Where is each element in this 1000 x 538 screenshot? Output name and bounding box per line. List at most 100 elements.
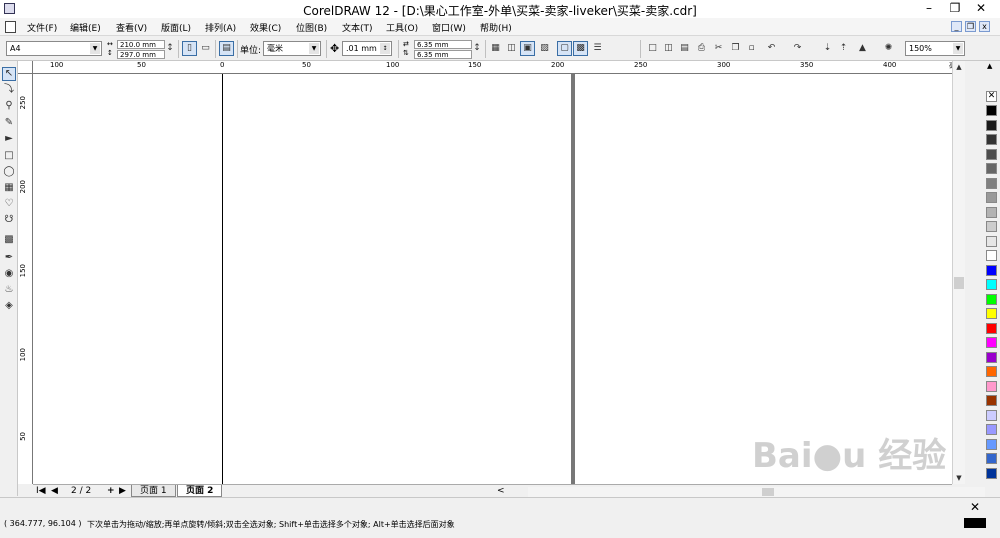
rectangle-tool-icon[interactable]: □	[2, 149, 16, 163]
save-icon[interactable]: ▤	[677, 41, 692, 56]
vertical-scroll-thumb[interactable]	[954, 277, 964, 289]
tab-page-2[interactable]: 页面 2	[177, 485, 223, 497]
vertical-ruler[interactable]: 250 200 150 100 50	[18, 74, 33, 484]
color-swatch[interactable]	[986, 250, 997, 261]
outline-tool-icon[interactable]: ◉	[2, 267, 16, 281]
landscape-button[interactable]: ▭	[198, 41, 213, 56]
color-swatch[interactable]	[986, 206, 997, 218]
ellipse-tool-icon[interactable]: ◯	[2, 165, 16, 179]
color-swatch[interactable]	[986, 221, 997, 232]
app-launcher-icon[interactable]: ▲	[855, 41, 870, 56]
menu-layout[interactable]: 版面(L)	[161, 21, 191, 34]
doc-close-button[interactable]: x	[979, 21, 990, 32]
fill-tool-icon[interactable]: ♨	[2, 283, 16, 297]
color-swatch[interactable]	[986, 264, 997, 276]
first-page-button[interactable]: I◀	[36, 486, 46, 496]
restore-button[interactable]: ❐	[942, 0, 968, 16]
color-swatch[interactable]	[986, 177, 997, 189]
add-page-button[interactable]: +	[107, 486, 115, 496]
vertical-scrollbar[interactable]: ▲ ▼	[952, 61, 965, 484]
horizontal-ruler[interactable]: 100 50 0 50 100 150 200 250 300 350 400 …	[33, 61, 965, 74]
color-swatch[interactable]	[986, 293, 997, 305]
basic-shapes-tool-icon[interactable]: ♡	[2, 197, 16, 211]
color-swatch[interactable]	[986, 148, 997, 160]
color-swatch[interactable]	[986, 322, 997, 334]
snap-objects-icon[interactable]: ▣	[520, 41, 535, 56]
new-document-icon[interactable]: □	[645, 41, 660, 56]
interactive-fill-tool-icon[interactable]: ◈	[2, 299, 16, 313]
color-swatch[interactable]	[986, 380, 997, 392]
horizontal-scroll-thumb[interactable]	[762, 488, 774, 496]
minimize-button[interactable]: –	[916, 0, 942, 16]
eyedropper-tool-icon[interactable]: ✒	[2, 251, 16, 265]
freehand-tool-icon[interactable]: ✎	[2, 116, 16, 130]
menu-file[interactable]: 文件(F)	[27, 21, 57, 34]
next-page-button[interactable]: ▶	[119, 486, 126, 496]
text-tool-icon[interactable]: ☋	[2, 213, 16, 227]
graph-paper-tool-icon[interactable]: ▦	[2, 181, 16, 195]
prev-page-button[interactable]: ◀	[51, 486, 58, 496]
duplicate-x-field[interactable]: 6.35 mm	[414, 40, 472, 49]
document-icon[interactable]	[5, 21, 16, 33]
color-swatch[interactable]	[986, 279, 997, 290]
interactive-blend-tool-icon[interactable]: ▩	[2, 233, 16, 247]
scroll-up-icon[interactable]: ▲	[953, 61, 965, 73]
menu-effects[interactable]: 效果(C)	[250, 21, 281, 34]
menu-edit[interactable]: 编辑(E)	[70, 21, 101, 34]
horizontal-scrollbar[interactable]	[528, 487, 985, 497]
color-swatch[interactable]	[986, 134, 997, 145]
paste-icon[interactable]: ▫	[744, 41, 759, 56]
color-swatch[interactable]	[986, 337, 997, 348]
color-swatch[interactable]	[986, 409, 997, 421]
palette-scroll-up-icon[interactable]: ▲	[987, 62, 992, 70]
zoom-select[interactable]: 150% ▼	[905, 41, 965, 56]
cut-icon[interactable]: ✂	[711, 41, 726, 56]
draw-outline-icon[interactable]: ▩	[573, 41, 588, 56]
smart-fill-tool-icon[interactable]: ►	[2, 132, 16, 146]
shape-tool-icon[interactable]: ⤵	[2, 83, 16, 97]
snap-guidelines-icon[interactable]: ◫	[504, 41, 519, 56]
snap-grid-icon[interactable]: ▦	[488, 41, 503, 56]
dynamic-guides-icon[interactable]: ▨	[537, 41, 552, 56]
color-swatch[interactable]	[986, 119, 997, 131]
portrait-button[interactable]: ▯	[182, 41, 197, 56]
color-swatch[interactable]	[986, 308, 997, 319]
no-color-swatch[interactable]: ✕	[986, 91, 997, 102]
color-swatch[interactable]	[986, 351, 997, 363]
scroll-down-icon[interactable]: ▼	[953, 472, 965, 484]
paper-size-select[interactable]: A4 ▼	[6, 41, 102, 56]
fill-color-indicator[interactable]	[964, 518, 986, 528]
menu-tools[interactable]: 工具(O)	[386, 21, 418, 34]
all-pages-button[interactable]: ▤	[219, 41, 234, 56]
color-swatch[interactable]	[986, 424, 997, 435]
color-swatch[interactable]	[986, 163, 997, 174]
copy-icon[interactable]: ❐	[728, 41, 743, 56]
close-button[interactable]: ✕	[968, 0, 994, 16]
duplicate-y-field[interactable]: 6.35 mm	[414, 50, 472, 59]
menu-text[interactable]: 文本(T)	[342, 21, 373, 34]
print-icon[interactable]: ⎙	[694, 41, 709, 56]
color-swatch[interactable]	[986, 438, 997, 450]
scroll-left-icon[interactable]: <	[497, 486, 505, 496]
doc-minimize-button[interactable]: _	[951, 21, 962, 32]
tab-page-1[interactable]: 页面 1	[131, 485, 176, 497]
color-swatch[interactable]	[986, 192, 997, 203]
options-icon[interactable]: ☰	[590, 41, 605, 56]
undo-icon[interactable]: ↶	[764, 41, 779, 56]
redo-icon[interactable]: ↷	[790, 41, 805, 56]
treat-as-filled-icon[interactable]: ▢	[557, 41, 572, 56]
zoom-tool-icon[interactable]: ⚲	[2, 99, 16, 113]
color-swatch[interactable]	[986, 395, 997, 406]
color-swatch[interactable]	[986, 453, 997, 464]
pick-tool-icon[interactable]: ↖	[2, 67, 16, 81]
page-width-field[interactable]: 210.0 mm	[117, 40, 165, 49]
color-swatch[interactable]	[986, 366, 997, 377]
corel-online-icon[interactable]: ✺	[881, 41, 896, 56]
color-swatch[interactable]	[986, 105, 997, 116]
units-select[interactable]: 毫米 ▼	[263, 41, 321, 56]
menu-arrange[interactable]: 排列(A)	[205, 21, 236, 34]
drawing-canvas[interactable]	[33, 74, 952, 484]
menu-view[interactable]: 查看(V)	[116, 21, 147, 34]
import-icon[interactable]: ⇣	[820, 41, 835, 56]
color-swatch[interactable]	[986, 235, 997, 247]
